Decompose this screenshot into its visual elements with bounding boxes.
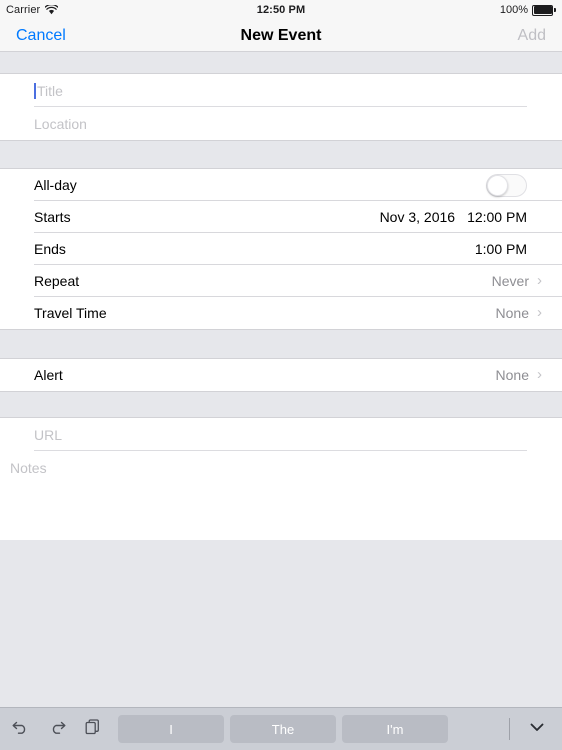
redo-icon <box>47 718 67 741</box>
ends-time-value: 1:00 PM <box>474 241 527 257</box>
section-gap-3 <box>0 392 562 417</box>
status-bar-left: Carrier <box>6 3 59 16</box>
all-day-toggle[interactable] <box>486 173 527 197</box>
suggestion-chip-3[interactable]: I'm <box>342 715 448 743</box>
travel-time-row[interactable]: Travel Time None › <box>0 297 562 329</box>
section-gap-1 <box>0 141 562 168</box>
notes-placeholder: Notes <box>10 460 47 476</box>
cancel-button[interactable]: Cancel <box>16 27 66 45</box>
navigation-bar: Cancel New Event Add <box>0 20 562 52</box>
suggestion-chip-2[interactable]: The <box>230 715 336 743</box>
text-caret <box>34 82 36 99</box>
event-form: Title Location All-day Starts Nov 3, 201… <box>0 53 562 750</box>
dismiss-keyboard-button[interactable] <box>520 712 554 746</box>
chevron-right-icon: › <box>537 271 542 289</box>
title-location-card: Title Location <box>0 73 562 141</box>
title-placeholder: Title <box>37 82 63 99</box>
suggestion-chip-1[interactable]: I <box>118 715 224 743</box>
toolbar-divider <box>509 718 510 740</box>
battery-icon <box>532 4 556 16</box>
all-day-label: All-day <box>34 177 77 193</box>
undo-icon <box>11 718 31 741</box>
section-gap-top <box>0 53 562 73</box>
all-day-row[interactable]: All-day <box>0 169 562 201</box>
keyboard-toolbar-icons <box>0 712 110 746</box>
alert-card: Alert None › <box>0 358 562 392</box>
starts-label: Starts <box>34 209 71 225</box>
section-gap-2 <box>0 330 562 358</box>
repeat-row[interactable]: Repeat Never › <box>0 265 562 297</box>
ends-row[interactable]: Ends 1:00 PM <box>0 233 562 265</box>
location-field[interactable]: Location <box>0 107 562 140</box>
starts-row[interactable]: Starts Nov 3, 2016 12:00 PM <box>0 201 562 233</box>
redo-button[interactable] <box>40 712 74 746</box>
repeat-label: Repeat <box>34 273 80 289</box>
battery-percent-label: 100% <box>499 4 528 16</box>
url-notes-card: URL Notes <box>0 417 562 540</box>
keyboard-toolbar-right <box>509 712 562 746</box>
paste-button[interactable] <box>76 712 110 746</box>
ends-value-group: 1:00 PM <box>475 241 527 257</box>
add-button[interactable]: Add <box>518 27 546 45</box>
suggestion-bar: I The I'm <box>118 715 448 743</box>
starts-time-value: 12:00 PM <box>467 209 527 225</box>
title-field[interactable]: Title <box>0 74 562 107</box>
travel-time-value: None <box>495 305 529 321</box>
alert-label: Alert <box>34 367 63 383</box>
location-placeholder: Location <box>34 115 87 132</box>
travel-time-label: Travel Time <box>34 305 107 321</box>
starts-value-group: Nov 3, 2016 12:00 PM <box>380 209 527 225</box>
paste-icon <box>83 717 103 742</box>
toggle-knob <box>487 174 508 196</box>
chevron-down-icon <box>527 720 547 739</box>
alert-row[interactable]: Alert None › <box>0 359 562 391</box>
alert-value: None <box>495 367 529 383</box>
carrier-label: Carrier <box>6 4 41 16</box>
status-bar-right: 100% <box>500 4 556 16</box>
repeat-value: Never <box>491 273 529 289</box>
schedule-card: All-day Starts Nov 3, 2016 12:00 PM Ends… <box>0 168 562 330</box>
ends-label: Ends <box>34 241 66 257</box>
status-bar: Carrier 12:50 PM 100% <box>0 0 562 20</box>
chevron-right-icon: › <box>537 303 542 321</box>
url-field[interactable]: URL <box>0 418 562 451</box>
notes-field[interactable]: Notes <box>0 451 562 540</box>
status-bar-time: 12:50 PM <box>256 4 306 16</box>
starts-date-value: Nov 3, 2016 <box>379 209 456 225</box>
page-title: New Event <box>240 26 322 44</box>
wifi-icon <box>44 3 59 15</box>
url-placeholder: URL <box>34 426 63 443</box>
keyboard-toolbar: I The I'm <box>0 707 562 750</box>
undo-button[interactable] <box>4 712 38 746</box>
chevron-right-icon: › <box>537 365 542 383</box>
